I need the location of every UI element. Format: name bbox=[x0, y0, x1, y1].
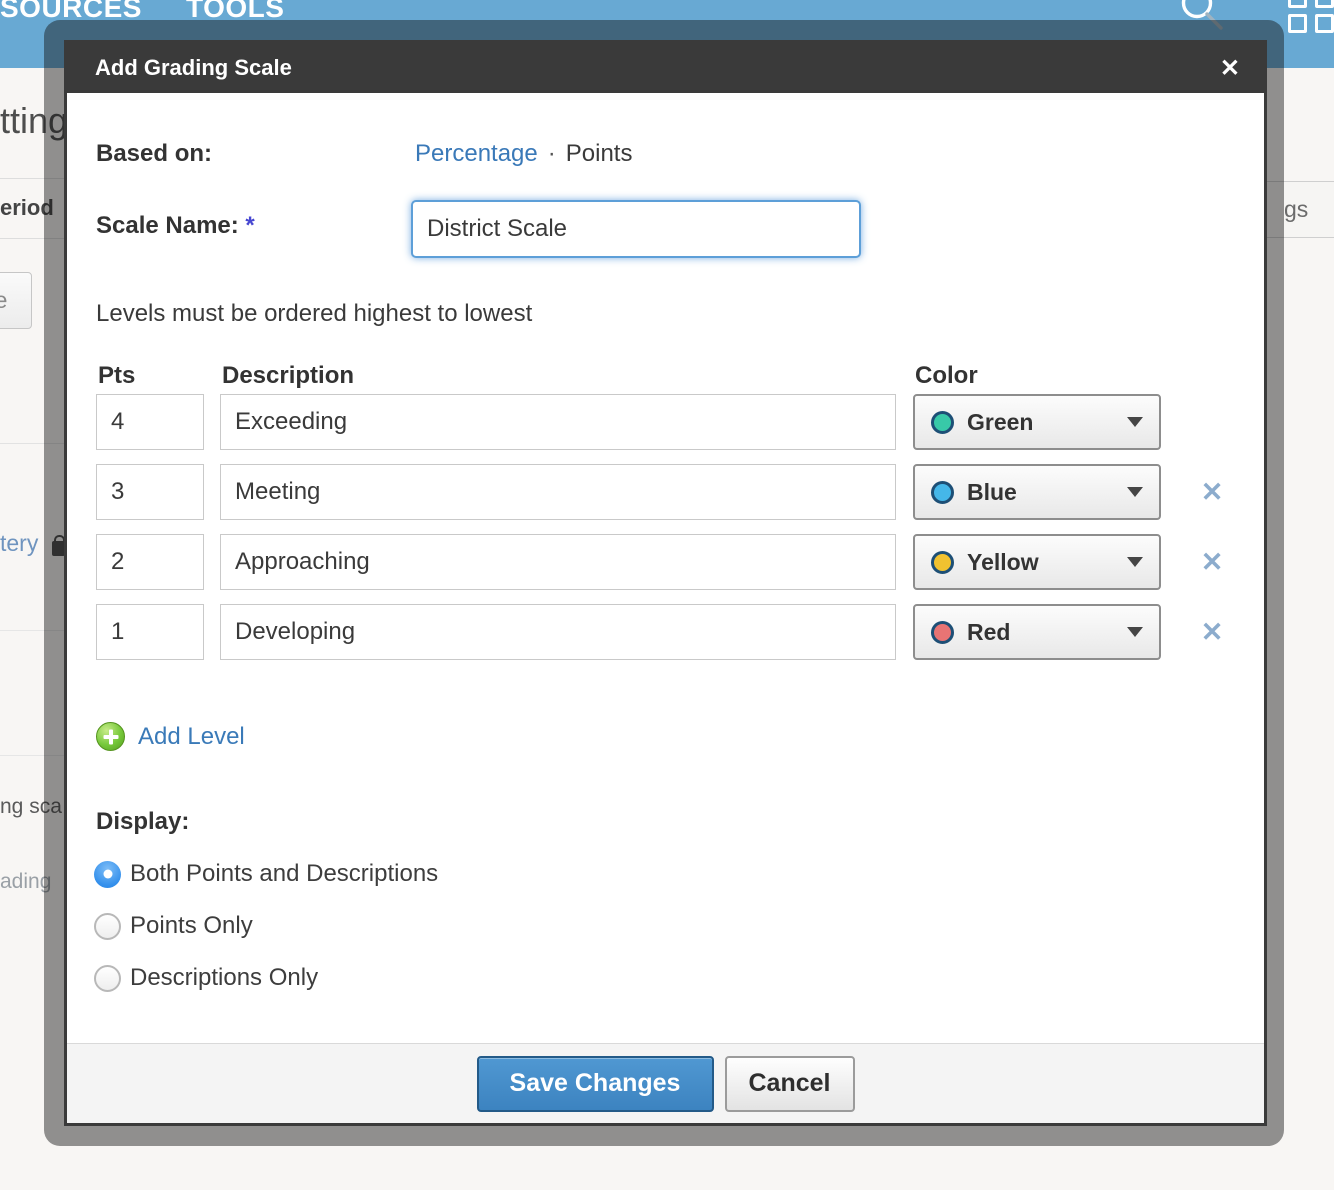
add-level-button[interactable]: Add Level bbox=[96, 722, 245, 751]
levels-order-note: Levels must be ordered highest to lowest bbox=[96, 300, 532, 328]
color-dropdown[interactable]: Yellow bbox=[913, 534, 1161, 590]
add-level-label: Add Level bbox=[138, 723, 245, 751]
radio-icon[interactable] bbox=[94, 913, 121, 940]
level-row: Blue ✕ bbox=[67, 464, 1264, 520]
radio-option-descriptions-only[interactable]: Descriptions Only bbox=[94, 964, 318, 992]
color-swatch-dot bbox=[931, 551, 954, 574]
color-swatch-dot bbox=[931, 481, 954, 504]
color-swatch-dot bbox=[931, 621, 954, 644]
based-on-label: Based on: bbox=[96, 140, 212, 168]
color-dropdown[interactable]: Red bbox=[913, 604, 1161, 660]
color-swatch-dot bbox=[931, 411, 954, 434]
level-row: Red ✕ bbox=[67, 604, 1264, 660]
color-dropdown-value: Yellow bbox=[967, 549, 1039, 576]
close-icon[interactable]: ✕ bbox=[1220, 54, 1240, 83]
color-dropdown-value: Green bbox=[967, 409, 1033, 436]
add-grading-scale-dialog: Add Grading Scale ✕ Based on: Percentage… bbox=[64, 40, 1267, 1126]
level-row: Yellow ✕ bbox=[67, 534, 1264, 590]
color-dropdown-value: Blue bbox=[967, 479, 1017, 506]
remove-level-icon[interactable]: ✕ bbox=[1195, 464, 1229, 520]
radio-icon[interactable] bbox=[94, 861, 121, 888]
color-dropdown[interactable]: Green bbox=[913, 394, 1161, 450]
dialog-titlebar: Add Grading Scale ✕ bbox=[67, 43, 1264, 93]
radio-option-points-only[interactable]: Points Only bbox=[94, 912, 253, 940]
radio-icon[interactable] bbox=[94, 965, 121, 992]
save-changes-button[interactable]: Save Changes bbox=[477, 1056, 714, 1112]
chevron-down-icon bbox=[1127, 557, 1143, 567]
remove-level-icon[interactable]: ✕ bbox=[1195, 604, 1229, 660]
remove-level-icon[interactable]: ✕ bbox=[1195, 534, 1229, 590]
chevron-down-icon bbox=[1127, 487, 1143, 497]
description-input[interactable] bbox=[220, 604, 896, 660]
app-grid-square bbox=[1288, 14, 1307, 33]
pts-column-header: Pts bbox=[98, 362, 135, 390]
radio-option-label: Points Only bbox=[130, 912, 253, 940]
radio-option-label: Descriptions Only bbox=[130, 964, 318, 992]
radio-option-both[interactable]: Both Points and Descriptions bbox=[94, 860, 438, 888]
page-button-fragment[interactable]: e bbox=[0, 272, 32, 329]
radio-option-label: Both Points and Descriptions bbox=[130, 860, 438, 888]
dialog-footer: Save Changes Cancel bbox=[67, 1043, 1264, 1123]
description-column-header: Description bbox=[222, 362, 354, 390]
points-input[interactable] bbox=[96, 534, 204, 590]
color-dropdown-value: Red bbox=[967, 619, 1010, 646]
settings-tab-label: gs bbox=[1284, 196, 1308, 223]
page-link-fragment[interactable]: tery bbox=[0, 530, 38, 557]
description-input[interactable] bbox=[220, 534, 896, 590]
description-input[interactable] bbox=[220, 394, 896, 450]
cancel-button[interactable]: Cancel bbox=[725, 1056, 855, 1112]
dialog-body: Based on: Percentage · Points Scale Name… bbox=[67, 93, 1264, 1123]
based-on-percentage-link[interactable]: Percentage bbox=[415, 140, 538, 168]
level-row: Green bbox=[67, 394, 1264, 450]
points-input[interactable] bbox=[96, 394, 204, 450]
dialog-title: Add Grading Scale bbox=[95, 55, 292, 81]
chevron-down-icon bbox=[1127, 417, 1143, 427]
points-input[interactable] bbox=[96, 604, 204, 660]
app-grid-square bbox=[1288, 0, 1307, 8]
scale-name-input[interactable] bbox=[411, 200, 861, 258]
app-grid-square bbox=[1315, 14, 1334, 33]
points-input[interactable] bbox=[96, 464, 204, 520]
color-dropdown[interactable]: Blue bbox=[913, 464, 1161, 520]
add-plus-icon bbox=[96, 722, 125, 751]
description-input[interactable] bbox=[220, 464, 896, 520]
based-on-options: Percentage · Points bbox=[415, 140, 632, 168]
based-on-points-current: Points bbox=[566, 140, 633, 168]
scale-name-label: Scale Name: * bbox=[96, 212, 255, 240]
screen: SOURCES TOOLS tting eriod e tery ng sca … bbox=[0, 0, 1334, 1190]
chevron-down-icon bbox=[1127, 627, 1143, 637]
app-grid-square bbox=[1315, 0, 1334, 8]
scale-name-label-text: Scale Name: bbox=[96, 212, 239, 239]
display-label: Display: bbox=[96, 808, 189, 836]
separator-dot: · bbox=[548, 140, 556, 168]
color-column-header: Color bbox=[915, 362, 978, 390]
required-asterisk: * bbox=[245, 212, 254, 239]
